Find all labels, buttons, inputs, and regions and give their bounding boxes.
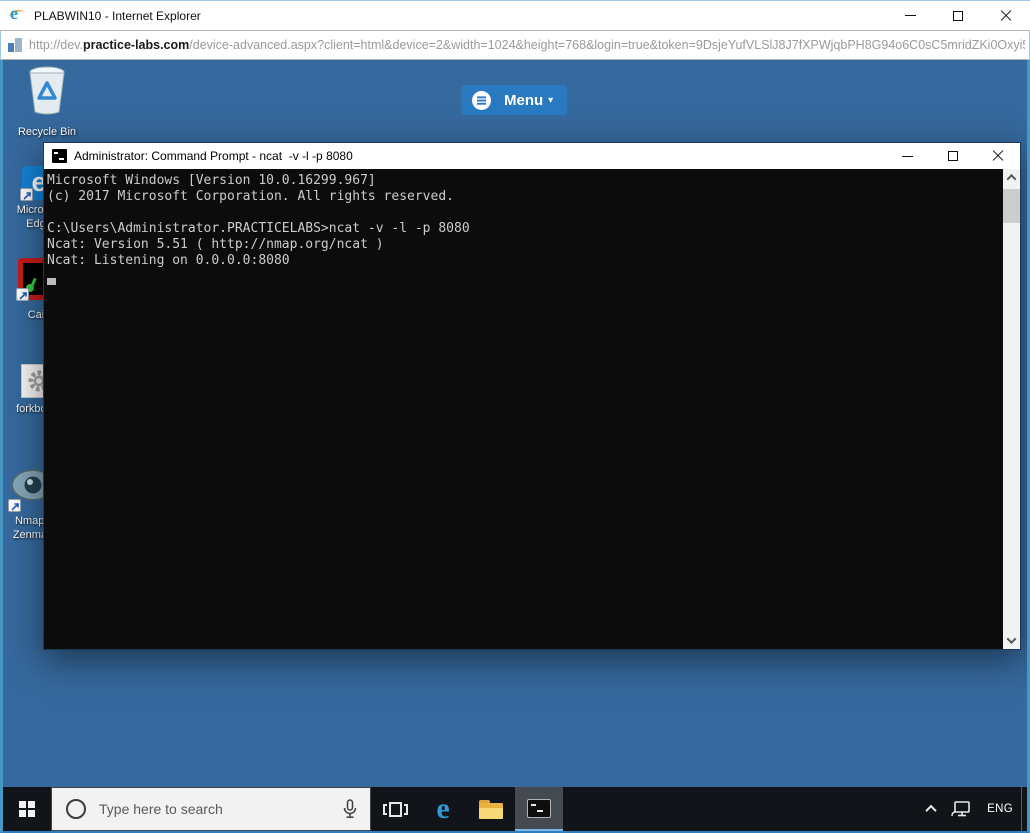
ie-window: e PLABWIN10 - Internet Explorer http://d… (0, 0, 1030, 833)
taskbar-command-prompt-button-active[interactable] (515, 787, 563, 831)
site-favicon (7, 37, 23, 53)
file-explorer-icon (479, 799, 503, 819)
maximize-icon (947, 151, 958, 161)
desktop-icon-label: Recycle Bin (17, 126, 77, 138)
terminal-line: Ncat: Version 5.51 ( http://nmap.org/nca… (47, 237, 384, 252)
cmd-minimize-button[interactable] (885, 143, 930, 169)
chevron-up-icon (1006, 173, 1017, 184)
cmd-window-controls (885, 143, 1020, 169)
terminal-scrollbar[interactable] (1003, 169, 1020, 649)
scroll-down-button[interactable] (1003, 632, 1020, 649)
cortana-circle-icon (66, 799, 86, 819)
menu-button[interactable]: Menu ▾ (461, 85, 568, 115)
command-prompt-window: Administrator: Command Prompt - ncat -v … (43, 142, 1021, 650)
chevron-down-icon: ▾ (548, 94, 554, 106)
cmd-window-title: Administrator: Command Prompt - ncat -v … (74, 149, 353, 163)
cmd-maximize-button[interactable] (930, 143, 975, 169)
url-path: /device-advanced.aspx?client=html&device… (189, 38, 1025, 52)
close-icon (992, 150, 1004, 162)
minimize-button[interactable] (886, 1, 934, 30)
cmd-close-button[interactable] (975, 143, 1020, 169)
network-icon (951, 801, 970, 817)
scroll-up-button[interactable] (1003, 169, 1020, 186)
microphone-icon[interactable] (343, 799, 357, 819)
network-status-button[interactable] (943, 787, 979, 831)
menu-label: Menu (504, 91, 544, 109)
language-indicator[interactable]: ENG (979, 787, 1021, 831)
windows-logo-icon (19, 801, 35, 817)
shortcut-arrow-icon (8, 499, 21, 512)
url-scheme: http://dev. (29, 38, 83, 52)
start-button[interactable] (3, 787, 51, 831)
task-view-button[interactable] (371, 787, 419, 831)
taskbar-file-explorer-button[interactable] (467, 787, 515, 831)
command-prompt-icon (52, 149, 67, 163)
url-text[interactable]: http://dev.practice-labs.com/device-adva… (29, 38, 1025, 52)
command-prompt-icon (527, 798, 551, 818)
taskbar-search-input[interactable]: Type here to search (51, 787, 371, 831)
terminal-line: C:\Users\Administrator.PRACTICELABS>ncat… (47, 221, 470, 236)
system-tray: ENG (919, 787, 1027, 831)
scrollbar-thumb[interactable] (1003, 189, 1020, 223)
close-button[interactable] (982, 1, 1030, 30)
remote-desktop: Recycle Bin e Microsoft Edge Cain forkbo… (0, 60, 1030, 833)
address-bar[interactable]: http://dev.practice-labs.com/device-adva… (0, 30, 1030, 60)
show-hidden-icons-button[interactable] (919, 787, 943, 831)
internet-explorer-icon: e (7, 3, 27, 25)
taskbar-edge-button[interactable]: e (419, 787, 467, 831)
edge-icon: e (436, 792, 450, 825)
taskbar: Type here to search e ENG (3, 787, 1027, 831)
chevron-down-icon (1006, 634, 1017, 645)
task-view-icon (382, 801, 408, 817)
chevron-up-icon (925, 804, 937, 817)
language-label: ENG (987, 803, 1013, 815)
url-domain: practice-labs.com (82, 38, 190, 52)
minimize-icon (902, 155, 913, 157)
search-placeholder: Type here to search (99, 801, 223, 817)
terminal-line: (c) 2017 Microsoft Corporation. All righ… (47, 189, 454, 204)
hamburger-circle-icon (472, 90, 491, 110)
desktop-icon-recycle-bin[interactable]: Recycle Bin (15, 63, 79, 139)
maximize-button[interactable] (934, 1, 982, 30)
browser-title: PLABWIN10 - Internet Explorer (34, 8, 201, 23)
recycle-bin-icon (24, 63, 70, 122)
close-icon (1000, 9, 1012, 22)
minimize-icon (904, 15, 916, 16)
terminal-cursor (47, 278, 56, 285)
browser-window-controls (886, 1, 1030, 30)
show-desktop-button[interactable] (1021, 787, 1027, 831)
cmd-titlebar[interactable]: Administrator: Command Prompt - ncat -v … (44, 143, 1020, 169)
browser-titlebar: e PLABWIN10 - Internet Explorer (0, 0, 1030, 30)
terminal-output[interactable]: Microsoft Windows [Version 10.0.16299.96… (44, 169, 1003, 649)
shortcut-arrow-icon (16, 288, 29, 301)
terminal-line: Ncat: Listening on 0.0.0.0:8080 (47, 253, 290, 268)
terminal-line: Microsoft Windows [Version 10.0.16299.96… (47, 173, 376, 188)
maximize-icon (953, 10, 963, 21)
shortcut-arrow-icon (20, 188, 33, 201)
